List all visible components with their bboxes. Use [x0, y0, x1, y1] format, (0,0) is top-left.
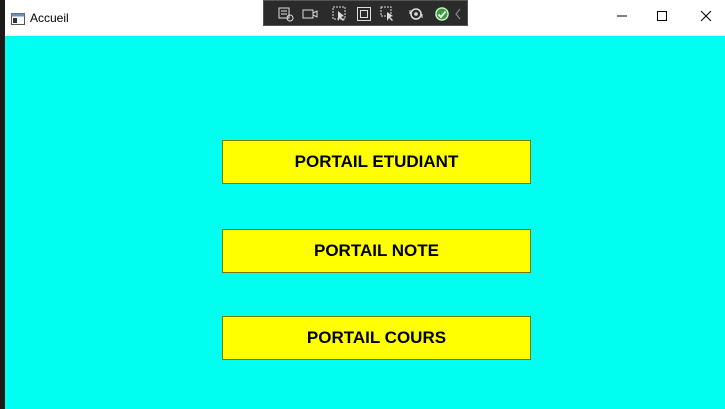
app-window: Accueil PORTAIL ETUDIANT PORTAIL NOTE PO… [5, 0, 725, 409]
live-visual-tree-icon[interactable] [276, 4, 296, 24]
minimize-icon [616, 9, 628, 27]
close-button[interactable] [683, 0, 725, 36]
select-element-icon[interactable] [330, 4, 350, 24]
display-layout-adorners-icon[interactable] [354, 4, 374, 24]
video-capture-icon[interactable] [300, 4, 320, 24]
portail-cours-button[interactable]: PORTAIL COURS [222, 316, 531, 360]
check-icon[interactable] [432, 4, 452, 24]
title-bar[interactable]: Accueil [5, 0, 725, 36]
window-title: Accueil [30, 11, 69, 25]
close-icon [700, 9, 712, 27]
maximize-button[interactable] [639, 0, 685, 36]
hot-reload-icon[interactable] [406, 4, 426, 24]
collapse-chevron-icon[interactable] [452, 4, 464, 24]
app-window-icon [11, 12, 25, 25]
maximize-icon [656, 9, 668, 27]
client-area: PORTAIL ETUDIANT PORTAIL NOTE PORTAIL CO… [5, 36, 725, 409]
portail-note-button[interactable]: PORTAIL NOTE [222, 229, 531, 273]
xaml-debug-toolbar [263, 0, 468, 26]
portail-etudiant-button[interactable]: PORTAIL ETUDIANT [222, 140, 531, 184]
track-focus-icon[interactable] [378, 4, 398, 24]
